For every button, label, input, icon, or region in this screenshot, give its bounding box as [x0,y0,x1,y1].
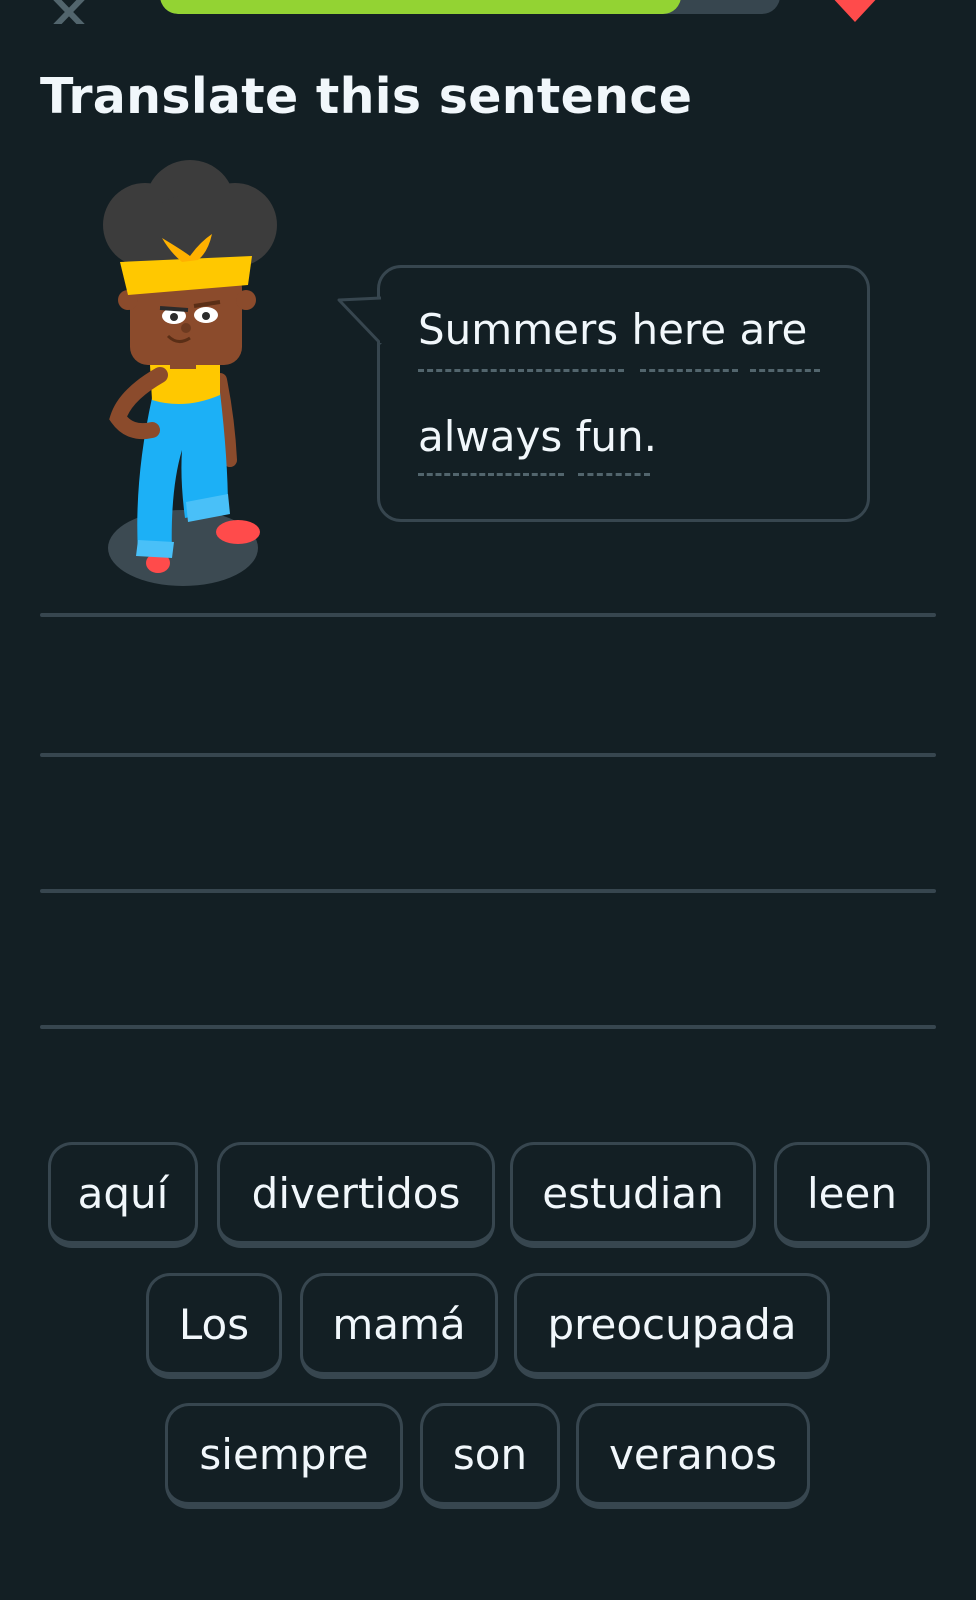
prompt-sentence-line-1[interactable]: Summers here are [418,305,807,354]
word-chip-preocupada[interactable]: preocupada [514,1273,830,1379]
hint-underline-always[interactable] [418,473,564,476]
answer-line[interactable] [40,889,936,893]
answer-line[interactable] [40,753,936,757]
word-chip-mama[interactable]: mamá [300,1273,498,1379]
page-title: Translate this sentence [40,68,693,125]
word-chip-siempre[interactable]: siempre [165,1403,403,1509]
word-chip-leen[interactable]: leen [774,1142,930,1248]
word-bank-row: siempre son veranos [0,1403,976,1513]
word-chip-aqui[interactable]: aquí [48,1142,198,1248]
hint-underline-fun[interactable] [578,473,650,476]
top-bar: 5 [0,0,976,30]
hearts-count: 5 [917,0,938,1]
word-chip-son[interactable]: son [420,1403,560,1509]
hint-underline-summers[interactable] [418,369,624,372]
word-chip-veranos[interactable]: veranos [576,1403,810,1509]
hint-underline-here[interactable] [640,369,738,372]
lesson-progress-fill [160,0,681,14]
speech-bubble-tail [337,296,385,346]
close-icon[interactable] [36,0,102,24]
word-chip-los[interactable]: Los [146,1273,282,1379]
word-chip-estudian[interactable]: estudian [510,1142,756,1248]
speech-bubble [377,265,870,522]
word-bank-row: aquí divertidos estudian leen [0,1142,976,1252]
character-illustration [103,160,277,586]
hint-underline-are[interactable] [750,369,820,372]
hearts-counter[interactable]: 5 [825,0,965,24]
prompt-sentence-line-2[interactable]: always fun. [418,412,657,461]
answer-line[interactable] [40,1025,936,1029]
answer-line[interactable] [40,613,936,617]
word-chip-divertidos[interactable]: divertidos [217,1142,495,1248]
heart-icon [834,0,876,22]
word-bank-row: Los mamá preocupada [0,1273,976,1383]
lesson-progress-bar [160,0,780,14]
